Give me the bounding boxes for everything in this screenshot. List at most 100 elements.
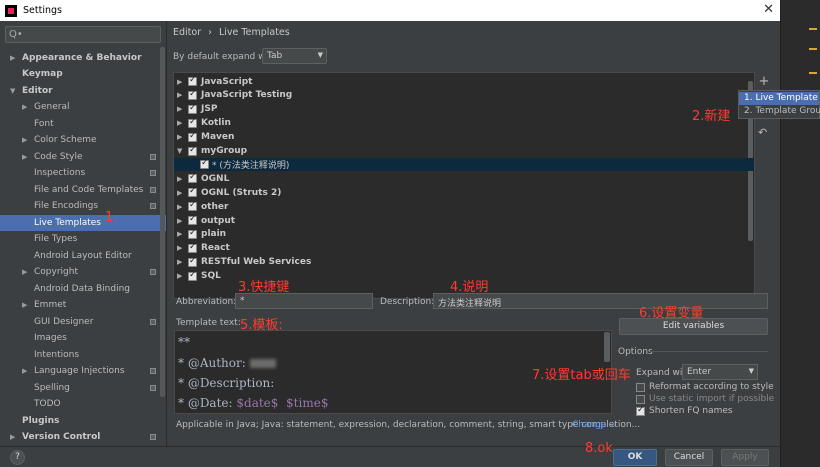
- description-field[interactable]: 方法类注释说明: [433, 293, 768, 309]
- template-checkbox[interactable]: [188, 186, 197, 198]
- chevron-right-icon[interactable]: ▶: [177, 175, 182, 183]
- help-button[interactable]: ?: [10, 450, 25, 465]
- sidebar-item[interactable]: ▶ General: [0, 99, 166, 115]
- template-checkbox[interactable]: [188, 103, 197, 114]
- template-name: RESTful Web Services: [201, 257, 312, 268]
- chevron-right-icon[interactable]: ▶: [177, 105, 182, 113]
- chevron-right-icon[interactable]: ▶: [177, 230, 182, 238]
- expand-with-option-select[interactable]: Enter ▼: [682, 364, 758, 380]
- template-checkbox[interactable]: [188, 200, 197, 212]
- chevron-right-icon[interactable]: ▶: [10, 433, 15, 441]
- sidebar-item[interactable]: Font: [0, 116, 166, 132]
- sidebar-item[interactable]: File Types: [0, 231, 166, 247]
- sidebar-item[interactable]: File Encodings: [0, 198, 166, 214]
- sidebar-item-label: File and Code Templates: [34, 185, 144, 195]
- template-group[interactable]: ▶ OGNL: [174, 172, 754, 185]
- close-icon[interactable]: ✕: [763, 2, 774, 17]
- chevron-right-icon[interactable]: ▶: [177, 91, 182, 99]
- ok-button[interactable]: OK: [613, 449, 657, 466]
- abbreviation-field[interactable]: *: [235, 293, 373, 309]
- apply-button[interactable]: Apply: [721, 449, 769, 466]
- sidebar-item[interactable]: Keymap: [0, 66, 166, 82]
- sidebar-item[interactable]: ▶ Version Control: [0, 429, 166, 445]
- template-checkbox[interactable]: [200, 158, 209, 170]
- chevron-right-icon[interactable]: ▶: [177, 133, 182, 141]
- chevron-right-icon[interactable]: ▶: [22, 367, 27, 375]
- chevron-right-icon[interactable]: ▶: [22, 136, 27, 144]
- sidebar-item[interactable]: ▶ Copyright: [0, 264, 166, 280]
- chevron-right-icon[interactable]: ▶: [177, 217, 182, 225]
- sidebar-item[interactable]: Spelling: [0, 380, 166, 396]
- sidebar-item[interactable]: Inspections: [0, 165, 166, 181]
- chevron-right-icon[interactable]: ▶: [22, 268, 27, 276]
- chevron-down-icon[interactable]: ▼: [10, 87, 15, 95]
- template-group[interactable]: ▶ output: [174, 214, 754, 227]
- checkbox-box[interactable]: [636, 395, 645, 404]
- template-group[interactable]: ▶ React: [174, 242, 754, 255]
- template-group[interactable]: ▶ other: [174, 200, 754, 213]
- chevron-right-icon[interactable]: ▶: [22, 153, 27, 161]
- sidebar-item[interactable]: TODO: [0, 396, 166, 412]
- editor-scrollbar[interactable]: [604, 332, 610, 362]
- chevron-right-icon[interactable]: ▶: [177, 244, 182, 252]
- sidebar-item[interactable]: ▼ Editor: [0, 83, 166, 99]
- chevron-right-icon[interactable]: ▶: [22, 301, 27, 309]
- cancel-button[interactable]: Cancel: [665, 449, 713, 466]
- template-group[interactable]: ▶ plain: [174, 228, 754, 241]
- sidebar-item[interactable]: Live Templates: [0, 215, 166, 231]
- sidebar-item[interactable]: GUI Designer: [0, 314, 166, 330]
- chevron-down-icon[interactable]: ▼: [177, 147, 182, 155]
- chevron-right-icon[interactable]: ▶: [177, 203, 182, 211]
- sidebar-item[interactable]: ▶ Appearance & Behavior: [0, 50, 166, 66]
- change-contexts-link[interactable]: Change ⌄: [572, 420, 617, 430]
- sidebar-item[interactable]: Android Data Binding: [0, 281, 166, 297]
- template-checkbox[interactable]: [188, 131, 197, 142]
- template-item[interactable]: * (方法类注释说明): [174, 158, 754, 172]
- checkbox-box[interactable]: [636, 383, 645, 392]
- chevron-right-icon[interactable]: ▶: [177, 258, 182, 266]
- template-checkbox[interactable]: [188, 270, 197, 281]
- sidebar-item[interactable]: Android Layout Editor: [0, 248, 166, 264]
- chevron-down-icon: ▼: [748, 367, 754, 375]
- chevron-right-icon[interactable]: ▶: [22, 103, 27, 111]
- template-checkbox[interactable]: [188, 117, 197, 128]
- template-checkbox[interactable]: [188, 214, 197, 225]
- template-checkbox[interactable]: [188, 242, 197, 253]
- chevron-right-icon[interactable]: ▶: [177, 272, 182, 280]
- search-input[interactable]: Q•: [5, 26, 161, 43]
- template-group[interactable]: ▼ myGroup: [174, 145, 754, 158]
- menu-item-template-group[interactable]: 2. Template Group...: [739, 105, 820, 118]
- template-group[interactable]: ▶ RESTful Web Services: [174, 256, 754, 269]
- chevron-right-icon[interactable]: ▶: [10, 54, 15, 62]
- template-checkbox[interactable]: [188, 256, 197, 267]
- template-checkbox[interactable]: [188, 172, 197, 184]
- template-group[interactable]: ▶ JSP: [174, 103, 754, 116]
- sidebar-item[interactable]: Intentions: [0, 347, 166, 363]
- template-group[interactable]: ▶ OGNL (Struts 2): [174, 186, 754, 199]
- template-checkbox[interactable]: [188, 89, 197, 100]
- add-button[interactable]: +: [757, 75, 771, 89]
- sidebar-item[interactable]: ▶ Language Injections: [0, 363, 166, 379]
- sidebar-item[interactable]: Plugins: [0, 413, 166, 429]
- sidebar-item[interactable]: File and Code Templates: [0, 182, 166, 198]
- sidebar-item[interactable]: Images: [0, 330, 166, 346]
- checkbox-box[interactable]: [636, 405, 645, 416]
- sidebar-item[interactable]: ▶ Code Style: [0, 149, 166, 165]
- template-group[interactable]: ▶ JavaScript: [174, 75, 754, 88]
- sidebar-item[interactable]: ▶ Color Scheme: [0, 132, 166, 148]
- menu-item-live-template[interactable]: 1. Live Template: [739, 92, 819, 105]
- chevron-right-icon[interactable]: ▶: [177, 189, 182, 197]
- template-checkbox[interactable]: [188, 228, 197, 239]
- template-checkbox[interactable]: [188, 145, 197, 156]
- template-group[interactable]: ▶ JavaScript Testing: [174, 89, 754, 102]
- chevron-right-icon[interactable]: ▶: [177, 78, 182, 86]
- restore-icon[interactable]: ↶: [758, 126, 767, 139]
- expand-with-select[interactable]: Tab ▼: [262, 48, 327, 64]
- template-group[interactable]: ▶ Kotlin: [174, 117, 754, 130]
- chevron-right-icon[interactable]: ▶: [177, 119, 182, 127]
- template-name: Maven: [201, 132, 235, 143]
- sidebar-scrollbar[interactable]: [160, 47, 165, 397]
- template-checkbox[interactable]: [188, 75, 197, 86]
- template-group[interactable]: ▶ Maven: [174, 131, 754, 144]
- sidebar-item[interactable]: ▶ Emmet: [0, 297, 166, 313]
